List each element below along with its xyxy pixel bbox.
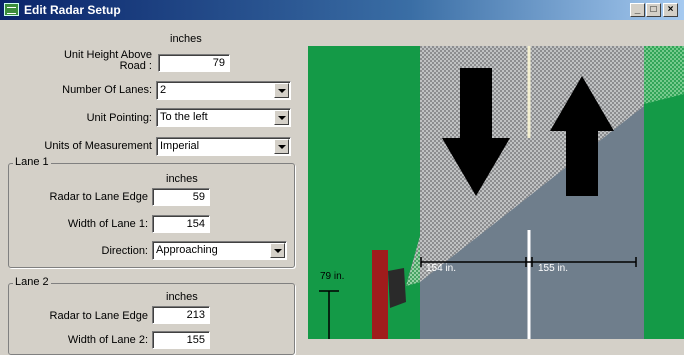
radar-unit: [388, 268, 406, 308]
number-of-lanes-select[interactable]: 2: [156, 81, 291, 100]
unit-height-input[interactable]: 79: [158, 54, 230, 72]
lane2-width-input[interactable]: 155: [152, 331, 210, 349]
lane1-radar-to-edge-label: Radar to Lane Edge: [49, 191, 148, 203]
units-of-measurement-select[interactable]: Imperial: [156, 137, 291, 156]
unit-pointing-select[interactable]: To the left: [156, 108, 291, 127]
close-button[interactable]: ×: [663, 3, 678, 17]
unit-height-label: Unit Height Above Road :: [63, 49, 152, 72]
lane1-units: inches: [166, 173, 198, 185]
lane1-direction-value: Approaching: [156, 244, 218, 256]
maximize-button[interactable]: □: [646, 3, 661, 17]
chevron-down-icon[interactable]: [274, 110, 289, 125]
radar-pole: [372, 250, 388, 339]
title-bar: Edit Radar Setup _ □ ×: [0, 0, 684, 20]
radar-beam-grass: [644, 46, 684, 104]
units-of-measurement-value: Imperial: [160, 140, 200, 152]
lane1-radar-to-edge-input[interactable]: 59: [152, 188, 210, 206]
chevron-down-icon[interactable]: [274, 83, 289, 98]
lane2-radar-to-edge-label: Radar to Lane Edge: [49, 310, 148, 322]
units-header: inches: [170, 33, 202, 45]
lane2-width-label: Width of Lane 2:: [67, 334, 148, 346]
lane2-group-title: Lane 2: [13, 276, 51, 288]
window-title: Edit Radar Setup: [24, 3, 121, 17]
lane1-width-dimension-label: 154 in.: [426, 263, 456, 274]
unit-pointing-value: To the left: [160, 111, 208, 123]
lane1-width-input[interactable]: 154: [152, 215, 210, 233]
units-of-measurement-label: Units of Measurement: [44, 140, 152, 152]
minimize-button[interactable]: _: [630, 3, 645, 17]
number-of-lanes-label: Number Of Lanes:: [62, 84, 152, 96]
height-label: 79 in.: [320, 271, 344, 282]
lane2-units: inches: [166, 291, 198, 303]
chevron-down-icon[interactable]: [270, 243, 285, 258]
lane1-group-title: Lane 1: [13, 156, 51, 168]
unit-pointing-label: Unit Pointing:: [86, 112, 152, 124]
road-diagram: 79 in. 154 in. 155 in.: [308, 46, 684, 339]
lane1-direction-label: Direction:: [101, 245, 148, 257]
lane1-width-label: Width of Lane 1:: [67, 218, 148, 230]
app-icon: [4, 3, 19, 16]
number-of-lanes-value: 2: [160, 84, 167, 96]
lane2-width-dimension-label: 155 in.: [538, 263, 568, 274]
lane2-radar-to-edge-input[interactable]: 213: [152, 306, 210, 324]
chevron-down-icon[interactable]: [274, 139, 289, 154]
lane1-direction-select[interactable]: Approaching: [152, 241, 287, 260]
